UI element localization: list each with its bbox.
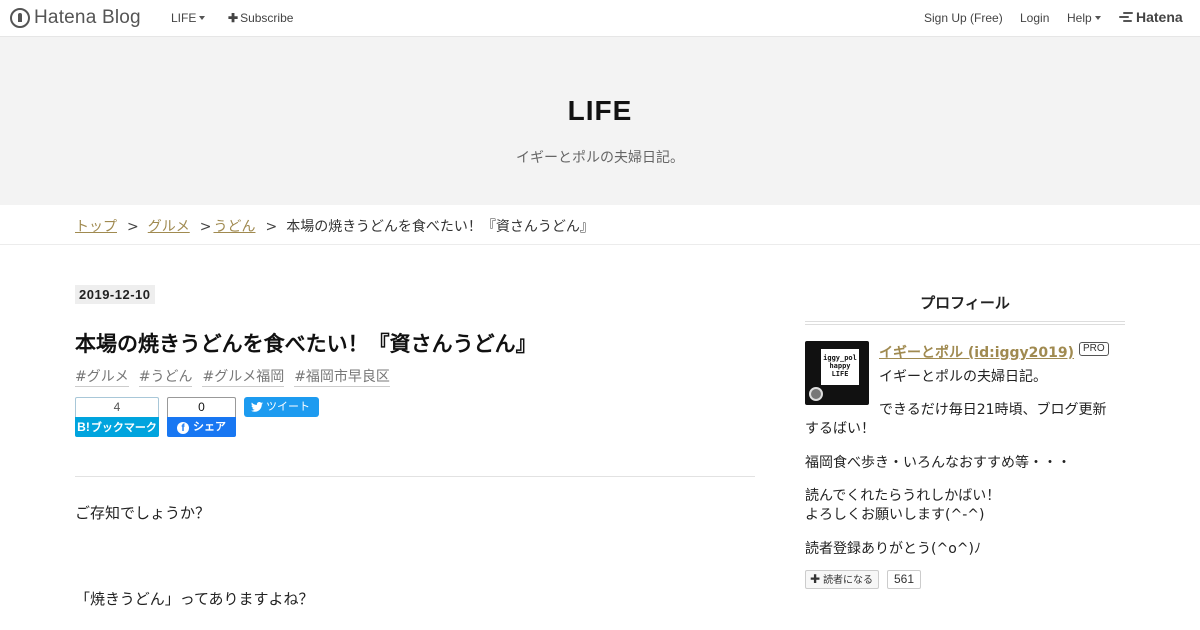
tweet-label: ツイート (266, 400, 310, 413)
facebook-share-count: 0 (167, 397, 236, 417)
entry-tags: #グルメ #うどん #グルメ福岡 #福岡市早良区 (75, 368, 400, 387)
login-link[interactable]: Login (1020, 11, 1049, 25)
hatena-bookmark-label: ブックマーク (90, 421, 157, 434)
profile-text-line: できるだけ毎日21時頃、ブログ更新 (879, 402, 1107, 418)
profile-text-line: よろしくお願いします(^-^) (805, 507, 985, 523)
hatena-bookmark-count: 4 (75, 397, 159, 417)
avatar-label: iggy_pol happy LIFE (821, 349, 859, 385)
facebook-icon: f (177, 422, 189, 434)
subscribe-label: Subscribe (240, 11, 294, 25)
help-menu-button[interactable]: Help (1067, 11, 1101, 25)
blog-description: イギーとポルの夫婦日記。 (516, 150, 684, 166)
plus-icon: ✚ (810, 572, 821, 586)
hatena-blog-logo-text: Hatena Blog (34, 7, 141, 28)
signup-link[interactable]: Sign Up (Free) (924, 11, 1003, 25)
breadcrumb-separator: > (265, 219, 278, 235)
profile-text-line: するばい！ (805, 421, 875, 437)
hatena-bookmark-icon: B! (77, 420, 90, 434)
facebook-share-label: シェア (193, 420, 226, 433)
hatena-lines-icon (1119, 11, 1133, 23)
blog-title[interactable]: LIFE (0, 95, 1200, 127)
pro-badge[interactable]: PRO (1079, 342, 1109, 356)
avatar-photo-dot (809, 387, 823, 401)
life-menu-button[interactable]: LIFE (171, 11, 206, 25)
entry-paragraph: 「焼きうどん」ってありますよね？ (75, 590, 314, 608)
hatena-bookmark-face: B!ブックマーク (75, 417, 159, 437)
entry-title[interactable]: 本場の焼きうどんを食べたい！『資さんうどん』 (75, 328, 537, 358)
tweet-button[interactable]: ツイート (244, 397, 319, 417)
entry-divider (75, 476, 755, 477)
breadcrumb-current: 本場の焼きうどんを食べたい！『資さんうどん』 (286, 219, 594, 235)
breadcrumb-separator: > (127, 219, 139, 235)
caret-down-icon (1094, 16, 1101, 20)
profile-text-line: 読者登録ありがとう(^o^)ﾉ (805, 541, 981, 557)
hatena-blog-logo-icon (10, 8, 30, 28)
sidebar-profile-heading: プロフィール (920, 294, 1010, 312)
profile-text-line: 福岡食べ歩き・いろんなおすすめ等・・・ (805, 455, 1071, 471)
facebook-share-face: f シェア (167, 417, 236, 437)
avatar-text-line: happy (829, 362, 851, 370)
caret-down-icon (199, 16, 206, 20)
tag-link[interactable]: #うどん (138, 368, 193, 387)
hatena-bookmark-button[interactable]: 4 B!ブックマーク (75, 397, 159, 437)
hatena-brand-logo[interactable]: Hatena (1119, 9, 1183, 25)
entry-date[interactable]: 2019-12-10 (75, 285, 155, 304)
global-header: Hatena Blog LIFE ✚ Subscribe Sign Up (Fre… (0, 0, 1200, 37)
tag-link[interactable]: #グルメ (75, 368, 129, 387)
breadcrumb-udon-link[interactable]: うどん (213, 219, 255, 235)
breadcrumb-top-link[interactable]: トップ (75, 219, 117, 235)
plus-icon: ✚ (228, 11, 239, 25)
breadcrumb-divider (0, 244, 1200, 245)
subscribe-reader-label: 読者になる (823, 575, 874, 586)
sidebar-heading-rule (805, 321, 1125, 325)
avatar-text-line: LIFE (831, 370, 849, 378)
facebook-share-button[interactable]: 0 f シェア (167, 397, 236, 437)
breadcrumb: トップ > グルメ > うどん > 本場の焼きうどんを食べたい！『資さんうどん』 (75, 216, 594, 236)
subscribe-reader-button[interactable]: ✚ 読者になる (805, 570, 880, 589)
hatena-blog-logo[interactable]: Hatena Blog (10, 7, 141, 29)
twitter-bird-icon (251, 402, 263, 412)
subscribe-button[interactable]: ✚ Subscribe (228, 11, 293, 25)
avatar-text-line: iggy_pol (823, 354, 857, 362)
profile-text-line: 読んでくれたらうれしかばい！ (805, 488, 1001, 504)
profile-intro: イギーとポルの夫婦日記。 (879, 369, 1047, 385)
entry-paragraph: ご存知でしょうか？ (75, 504, 211, 522)
help-menu-label: Help (1067, 11, 1092, 25)
breadcrumb-separator: > (199, 219, 212, 235)
tag-link[interactable]: #グルメ福岡 (202, 368, 285, 387)
profile-avatar[interactable]: iggy_pol happy LIFE (805, 341, 869, 405)
blog-header: LIFE イギーとポルの夫婦日記。 (0, 37, 1200, 205)
tag-link[interactable]: #福岡市早良区 (294, 368, 390, 387)
profile-name-link[interactable]: イギーとポル (id:iggy2019) (879, 342, 1074, 362)
life-menu-label: LIFE (171, 11, 197, 25)
hatena-brand-text: Hatena (1136, 9, 1183, 25)
reader-count[interactable]: 561 (887, 570, 922, 589)
breadcrumb-gourmet-link[interactable]: グルメ (148, 219, 190, 235)
